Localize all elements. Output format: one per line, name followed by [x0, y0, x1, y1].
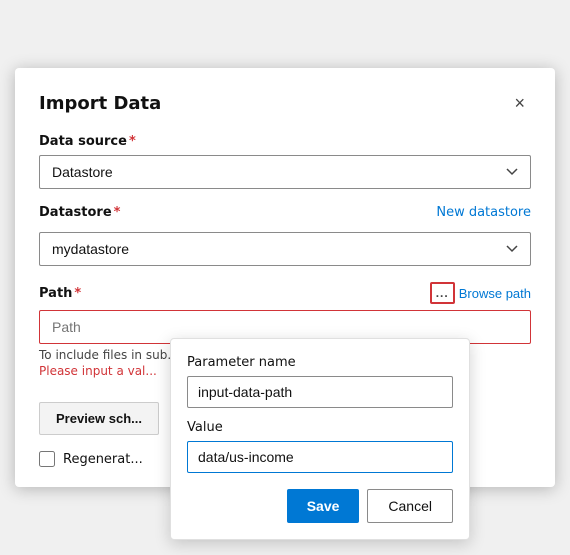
save-button[interactable]: Save	[287, 489, 360, 523]
popup-actions: Save Cancel	[187, 489, 453, 523]
import-data-modal: Import Data × Data source* Datastore Dat…	[15, 68, 555, 487]
param-name-label: Parameter name	[187, 355, 453, 370]
browse-path-label: Browse path	[459, 286, 531, 301]
new-datastore-link[interactable]: New datastore	[436, 205, 531, 220]
data-source-select[interactable]: Datastore	[39, 155, 531, 189]
dots-icon: ...	[430, 282, 455, 304]
path-label: Path*	[39, 286, 81, 301]
regenerate-checkbox[interactable]	[39, 451, 55, 467]
close-button[interactable]: ×	[508, 92, 531, 114]
data-source-label: Data source*	[39, 134, 531, 149]
modal-backdrop: Import Data × Data source* Datastore Dat…	[0, 0, 570, 555]
modal-title: Import Data	[39, 93, 161, 114]
regenerate-label: Regenerat...	[63, 452, 143, 467]
datastore-label: Datastore*	[39, 205, 120, 220]
value-label: Value	[187, 420, 453, 435]
cancel-button[interactable]: Cancel	[367, 489, 453, 523]
param-name-input[interactable]	[187, 376, 453, 408]
data-source-group: Data source* Datastore	[39, 134, 531, 189]
browse-path-button[interactable]: ... Browse path	[430, 282, 531, 304]
parameter-popup: Parameter name Value Save Cancel	[170, 338, 470, 540]
datastore-header-row: Datastore* New datastore	[39, 205, 531, 220]
modal-header: Import Data ×	[39, 92, 531, 114]
datastore-group: Datastore* New datastore mydatastore	[39, 205, 531, 266]
preview-schema-button[interactable]: Preview sch...	[39, 402, 159, 435]
datastore-select[interactable]: mydatastore	[39, 232, 531, 266]
value-input[interactable]	[187, 441, 453, 473]
